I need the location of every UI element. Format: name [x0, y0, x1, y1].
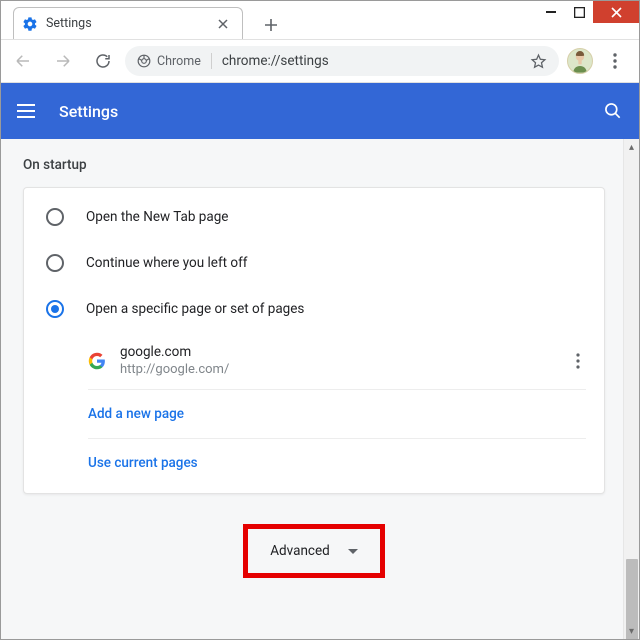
profile-avatar[interactable] — [563, 43, 597, 79]
browser-window: Settings Chrome chrome://settings — [0, 0, 640, 640]
radio-unselected-icon[interactable] — [46, 208, 64, 226]
use-current-pages-link[interactable]: Use current pages — [88, 439, 586, 487]
chrome-icon — [137, 54, 151, 68]
close-tab-icon[interactable] — [218, 19, 234, 29]
startup-page-name: google.com — [120, 344, 556, 360]
secure-label: Chrome — [157, 54, 201, 69]
url-text: chrome://settings — [222, 53, 329, 69]
startup-page-row: google.com http://google.com/ — [88, 332, 586, 389]
maximize-button[interactable] — [565, 1, 593, 23]
site-info[interactable]: Chrome — [137, 54, 201, 69]
browser-menu-button[interactable] — [601, 53, 629, 69]
option-specific-pages[interactable]: Open a specific page or set of pages — [24, 286, 604, 332]
content-area: On startup Open the New Tab page Continu… — [1, 139, 639, 639]
scroll-down-icon[interactable]: ▾ — [624, 623, 639, 639]
gear-icon — [22, 16, 38, 32]
radio-selected-icon[interactable] — [46, 300, 64, 318]
google-favicon-icon — [88, 352, 106, 370]
forward-button[interactable] — [45, 43, 81, 79]
startup-page-url: http://google.com/ — [120, 362, 556, 377]
option-continue[interactable]: Continue where you left off — [24, 240, 604, 286]
omnibox[interactable]: Chrome chrome://settings — [125, 46, 559, 76]
startup-pages: google.com http://google.com/ Add a new … — [88, 332, 586, 487]
settings-header: Settings — [1, 83, 639, 139]
advanced-label: Advanced — [270, 543, 330, 559]
settings-title: Settings — [59, 102, 603, 121]
radio-unselected-icon[interactable] — [46, 254, 64, 272]
back-button[interactable] — [5, 43, 41, 79]
omnibox-divider — [211, 53, 212, 69]
option-new-tab[interactable]: Open the New Tab page — [24, 194, 604, 240]
tab-title: Settings — [46, 16, 210, 31]
chevron-down-icon — [348, 549, 358, 554]
titlebar: Settings — [1, 1, 639, 39]
close-window-button[interactable] — [593, 1, 639, 23]
advanced-toggle[interactable]: Advanced — [252, 531, 376, 571]
annotation-highlight: Advanced — [243, 524, 385, 578]
reload-button[interactable] — [85, 43, 121, 79]
page-row-more-icon[interactable] — [570, 347, 586, 375]
new-tab-button[interactable] — [259, 13, 283, 37]
add-new-page-link[interactable]: Add a new page — [88, 390, 586, 438]
settings-content: On startup Open the New Tab page Continu… — [1, 139, 623, 639]
bookmark-star-icon[interactable] — [530, 53, 547, 70]
scroll-up-icon[interactable]: ▴ — [624, 139, 639, 155]
startup-card: Open the New Tab page Continue where you… — [23, 187, 605, 494]
advanced-section: Advanced — [23, 524, 605, 578]
menu-icon[interactable] — [17, 104, 41, 118]
window-controls — [537, 1, 639, 23]
section-on-startup: On startup — [23, 157, 605, 173]
option-label: Open the New Tab page — [86, 209, 228, 225]
minimize-button[interactable] — [537, 1, 565, 23]
vertical-scrollbar[interactable]: ▴ ▾ — [623, 139, 639, 639]
option-label: Open a specific page or set of pages — [86, 301, 304, 317]
search-icon[interactable] — [603, 101, 623, 121]
option-label: Continue where you left off — [86, 255, 248, 271]
toolbar: Chrome chrome://settings — [1, 39, 639, 83]
browser-tab[interactable]: Settings — [13, 7, 243, 39]
